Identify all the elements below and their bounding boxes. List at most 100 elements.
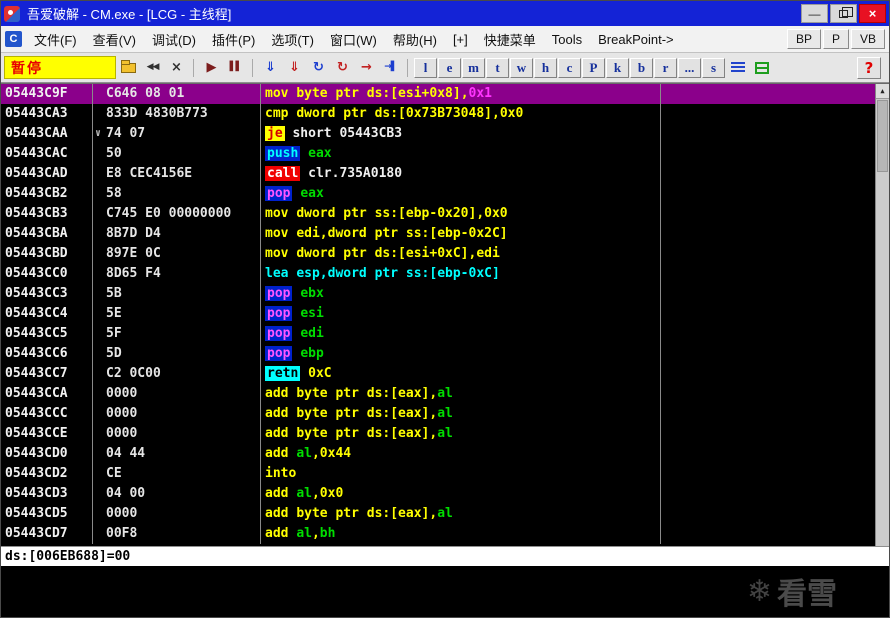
scroll-up-button[interactable]: ▲ (876, 84, 889, 99)
menu-item-quick-menu[interactable]: 快捷菜单 (476, 26, 544, 52)
run-button[interactable]: ▶ (200, 57, 223, 79)
run-to-cursor-button[interactable]: →▌ (379, 57, 402, 79)
disasm-row[interactable]: 05443CBA 8B7D D4 mov edi,dword ptr ss:[ebp… (1, 224, 877, 244)
menu-items: 文件(F) 查看(V) 调试(D) 插件(P) 选项(T) 窗口(W) 帮助(H) [+] 快捷… (26, 26, 682, 52)
toolbar-letter-dots[interactable]: ... (678, 57, 701, 78)
menu-item-options[interactable]: 选项(T) (263, 26, 322, 52)
log-list-button[interactable] (726, 57, 749, 79)
restore-button[interactable] (830, 4, 857, 23)
menu-right-button-bp[interactable]: BP (786, 29, 821, 49)
help-button[interactable]: ? (857, 56, 881, 79)
toolbar-letter-k[interactable]: k (606, 57, 629, 78)
close-button[interactable]: × (859, 4, 886, 23)
toolbar-letter-P[interactable]: P (582, 57, 605, 78)
disasm-row[interactable]: 05443CCA 0000 add byte ptr ds:[eax],al (1, 384, 877, 404)
disasm-bytes: C646 08 01 (93, 84, 261, 104)
toolbar-letter-m[interactable]: m (462, 57, 485, 78)
disasm-bytes: C2 0C00 (93, 364, 261, 384)
instruction-token: al (437, 426, 453, 441)
disasm-row[interactable]: 05443CD3 04 00 add al,0x0 (1, 484, 877, 504)
disasm-bytes: ∨ 74 07 (93, 124, 261, 144)
execute-till-return-button[interactable]: → (355, 57, 378, 79)
menu-right-button-vb[interactable]: VB (850, 29, 885, 49)
disasm-row[interactable]: 05443CBD 897E 0C mov dword ptr ds:[esi+0xC… (1, 244, 877, 264)
instruction-token: byte ptr ds:[esi+0x8] (296, 86, 461, 101)
instruction-token: retn (265, 366, 301, 381)
open-file-button[interactable] (117, 57, 140, 79)
disasm-row[interactable]: 05443CA3 833D 4830B773 cmp dword ptr ds:[0… (1, 104, 877, 124)
close-program-button[interactable]: × (165, 57, 188, 79)
toolbar-letter-e[interactable]: e (438, 57, 461, 78)
disasm-row[interactable]: 05443CC5 5F pop edi (1, 324, 877, 344)
minimize-button[interactable]: — (801, 4, 828, 23)
disasm-row[interactable]: 05443CC7 C2 0C00 retn 0xC (1, 364, 877, 384)
patches-window-button[interactable] (750, 57, 773, 79)
disasm-comment (661, 304, 877, 324)
menu-item-plugins[interactable]: 插件(P) (204, 26, 263, 52)
instruction-token: , (476, 206, 485, 221)
disasm-instruction: pop esi (261, 304, 661, 324)
menu-item-breakpoint[interactable]: BreakPoint-> (590, 26, 682, 52)
toolbar-letter-l[interactable]: l (414, 57, 437, 78)
step-over-button[interactable]: ⇓ (283, 57, 306, 79)
disasm-row[interactable]: 05443CD2 CE into (1, 464, 877, 484)
menu-item-plus[interactable]: [+] (445, 26, 476, 52)
disasm-row[interactable]: 05443CAD E8 CEC4156E call clr.735A0180 (1, 164, 877, 184)
disasm-row[interactable]: 05443CCE 0000 add byte ptr ds:[eax],al (1, 424, 877, 444)
instruction-token: byte ptr ds:[eax] (296, 386, 430, 401)
menu-item-window[interactable]: 窗口(W) (322, 26, 385, 52)
disasm-row[interactable]: 05443CB2 58 pop eax (1, 184, 877, 204)
toolbar-letter-s[interactable]: s (702, 57, 725, 78)
scrollbar-thumb[interactable] (877, 100, 888, 172)
menu-right-button-p[interactable]: P (822, 29, 849, 49)
snowflake-icon: ❄ (746, 573, 772, 609)
menu-item-file[interactable]: 文件(F) (26, 26, 85, 52)
mdi-child-icon[interactable]: C (5, 31, 22, 47)
toolbar-letter-w[interactable]: w (510, 57, 533, 78)
menu-item-help[interactable]: 帮助(H) (385, 26, 445, 52)
animate-over-button[interactable]: ↻ (331, 57, 354, 79)
toolbar: 暂停 ◀◀ × ▶ ▌▌ ⇓ ⇓ ↻ ↻ → →▌ l e m t w h c Pk b r... s ? (1, 53, 889, 83)
disasm-row[interactable]: 05443CCC 0000 add byte ptr ds:[eax],al (1, 404, 877, 424)
toolbar-letter-h[interactable]: h (534, 57, 557, 78)
status-text: ds:[006EB688]=00 (5, 549, 131, 564)
disasm-row[interactable]: 05443CAC 50 push eax (1, 144, 877, 164)
toolbar-letter-c[interactable]: c (558, 57, 581, 78)
toolbar-letter-b[interactable]: b (630, 57, 653, 78)
menu-item-tools[interactable]: Tools (544, 26, 590, 52)
disasm-bytes: 5B (93, 284, 261, 304)
close-icon: × (868, 6, 877, 21)
step-into-button[interactable]: ⇓ (259, 57, 282, 79)
disasm-comment (661, 464, 877, 484)
disasm-row[interactable]: 05443CB3 C745 E0 00000000 mov dword ptr ss… (1, 204, 877, 224)
instruction-token: push (265, 146, 301, 161)
vertical-scrollbar[interactable]: ▲ (875, 84, 889, 546)
disasm-row[interactable]: 05443CC0 8D65 F4 lea esp,dword ptr ss:[ebp… (1, 264, 877, 284)
disasm-row[interactable]: 05443CC3 5B pop ebx (1, 284, 877, 304)
toolbar-letter-r[interactable]: r (654, 57, 677, 78)
disasm-row[interactable]: 05443CC4 5E pop esi (1, 304, 877, 324)
pause-state-button[interactable]: 暂停 (4, 56, 116, 79)
animate-into-button[interactable]: ↻ (307, 57, 330, 79)
menu-item-view[interactable]: 查看(V) (85, 26, 144, 52)
pause-exec-button[interactable]: ▌▌ (224, 57, 247, 79)
disasm-row[interactable]: 05443C9F C646 08 01 mov byte ptr ds:[esi+0… (1, 84, 877, 104)
folder-icon (121, 59, 136, 73)
disasm-row[interactable]: 05443CC6 5D pop ebp (1, 344, 877, 364)
disasm-address: 05443CD5 (1, 504, 93, 524)
instruction-token (300, 166, 308, 181)
pause-icon: ▌▌ (229, 62, 243, 72)
toolbar-letter-t[interactable]: t (486, 57, 509, 78)
pause-state-label: 暂停 (11, 59, 43, 76)
disasm-row[interactable]: 05443CAA ∨ 74 07 je short 05443CB3 (1, 124, 877, 144)
disasm-instruction: add al,bh (261, 524, 661, 544)
instruction-token: byte ptr ds:[eax] (296, 426, 430, 441)
disasm-row[interactable]: 05443CD7 00F8 add al,bh (1, 524, 877, 544)
restart-button[interactable]: ◀◀ (141, 57, 164, 79)
disasm-row[interactable]: 05443CD5 0000 add byte ptr ds:[eax],al (1, 504, 877, 524)
animate-over-icon: ↻ (337, 60, 348, 75)
disasm-row[interactable]: 05443CD0 04 44 add al,0x44 (1, 444, 877, 464)
menu-item-debug[interactable]: 调试(D) (144, 26, 204, 52)
disasm-address: 05443CC0 (1, 264, 93, 284)
disasm-comment (661, 164, 877, 184)
